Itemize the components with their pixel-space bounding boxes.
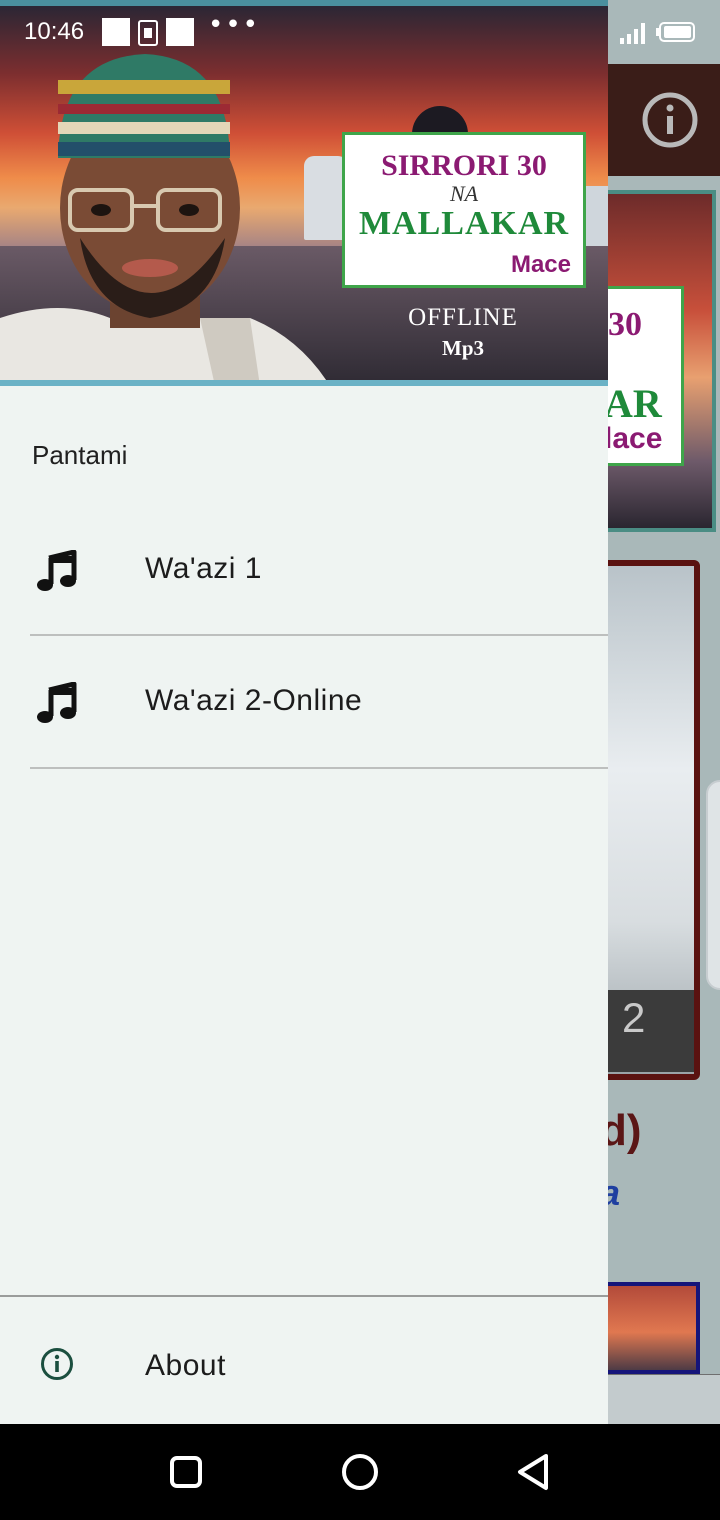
drawer-item-label: Wa'azi 1 <box>145 552 262 585</box>
drawer-item-about[interactable]: About <box>0 1297 608 1424</box>
app-banner-text-fragment: lace <box>604 422 663 455</box>
battery-icon <box>656 22 695 42</box>
app-banner-text-fragment: AR <box>604 381 662 426</box>
drawer-subtitle: Pantami <box>32 440 128 470</box>
side-scroll-handle[interactable] <box>706 780 720 990</box>
navigation-drawer: SIRRORI 30 NA MALLAKAR Mace OFFLINE Mp3 … <box>0 0 608 1424</box>
title-card-line: NA <box>449 181 479 206</box>
speaker-portrait <box>0 54 327 380</box>
divider <box>30 767 608 769</box>
status-bar: 10:46 ••• <box>0 0 720 64</box>
notification-icon <box>102 18 130 46</box>
battery-saver-icon <box>138 20 158 46</box>
offline-label: OFFLINE <box>408 304 518 331</box>
title-card-line: Mace <box>510 251 571 278</box>
notification-icon <box>166 18 194 46</box>
music-note-icon <box>37 550 77 591</box>
drawer-item-label: About <box>145 1349 226 1382</box>
drawer-item-label: Wa'azi 2-Online <box>145 684 363 717</box>
title-card-line: MALLAKAR <box>358 205 570 242</box>
app-bottom-bar <box>608 1374 720 1424</box>
info-icon <box>41 1348 73 1380</box>
home-icon[interactable] <box>336 1448 384 1496</box>
lecture-thumbnail[interactable] <box>600 1282 700 1374</box>
app-banner-text-fragment: 30 <box>608 306 642 343</box>
signal-icon <box>620 23 645 44</box>
drawer-item-waazi-2-online[interactable]: Wa'azi 2-Online <box>0 636 608 768</box>
info-icon[interactable] <box>640 90 700 150</box>
title-card-line: SIRRORI 30 <box>381 149 547 182</box>
title-card: SIRRORI 30 NA MALLAKAR Mace <box>342 132 586 288</box>
drawer-item-waazi-1[interactable]: Wa'azi 1 <box>0 504 608 636</box>
back-icon[interactable] <box>510 1448 558 1496</box>
lecture-card-number: 2 <box>622 994 646 1041</box>
music-note-icon <box>37 682 77 723</box>
more-notifications-icon: ••• <box>208 10 261 40</box>
lecture-card-footer <box>606 990 694 1072</box>
recents-icon[interactable] <box>162 1448 210 1496</box>
system-navigation-bar <box>0 1424 720 1520</box>
format-label: Mp3 <box>442 336 484 360</box>
status-time: 10:46 <box>24 18 85 45</box>
